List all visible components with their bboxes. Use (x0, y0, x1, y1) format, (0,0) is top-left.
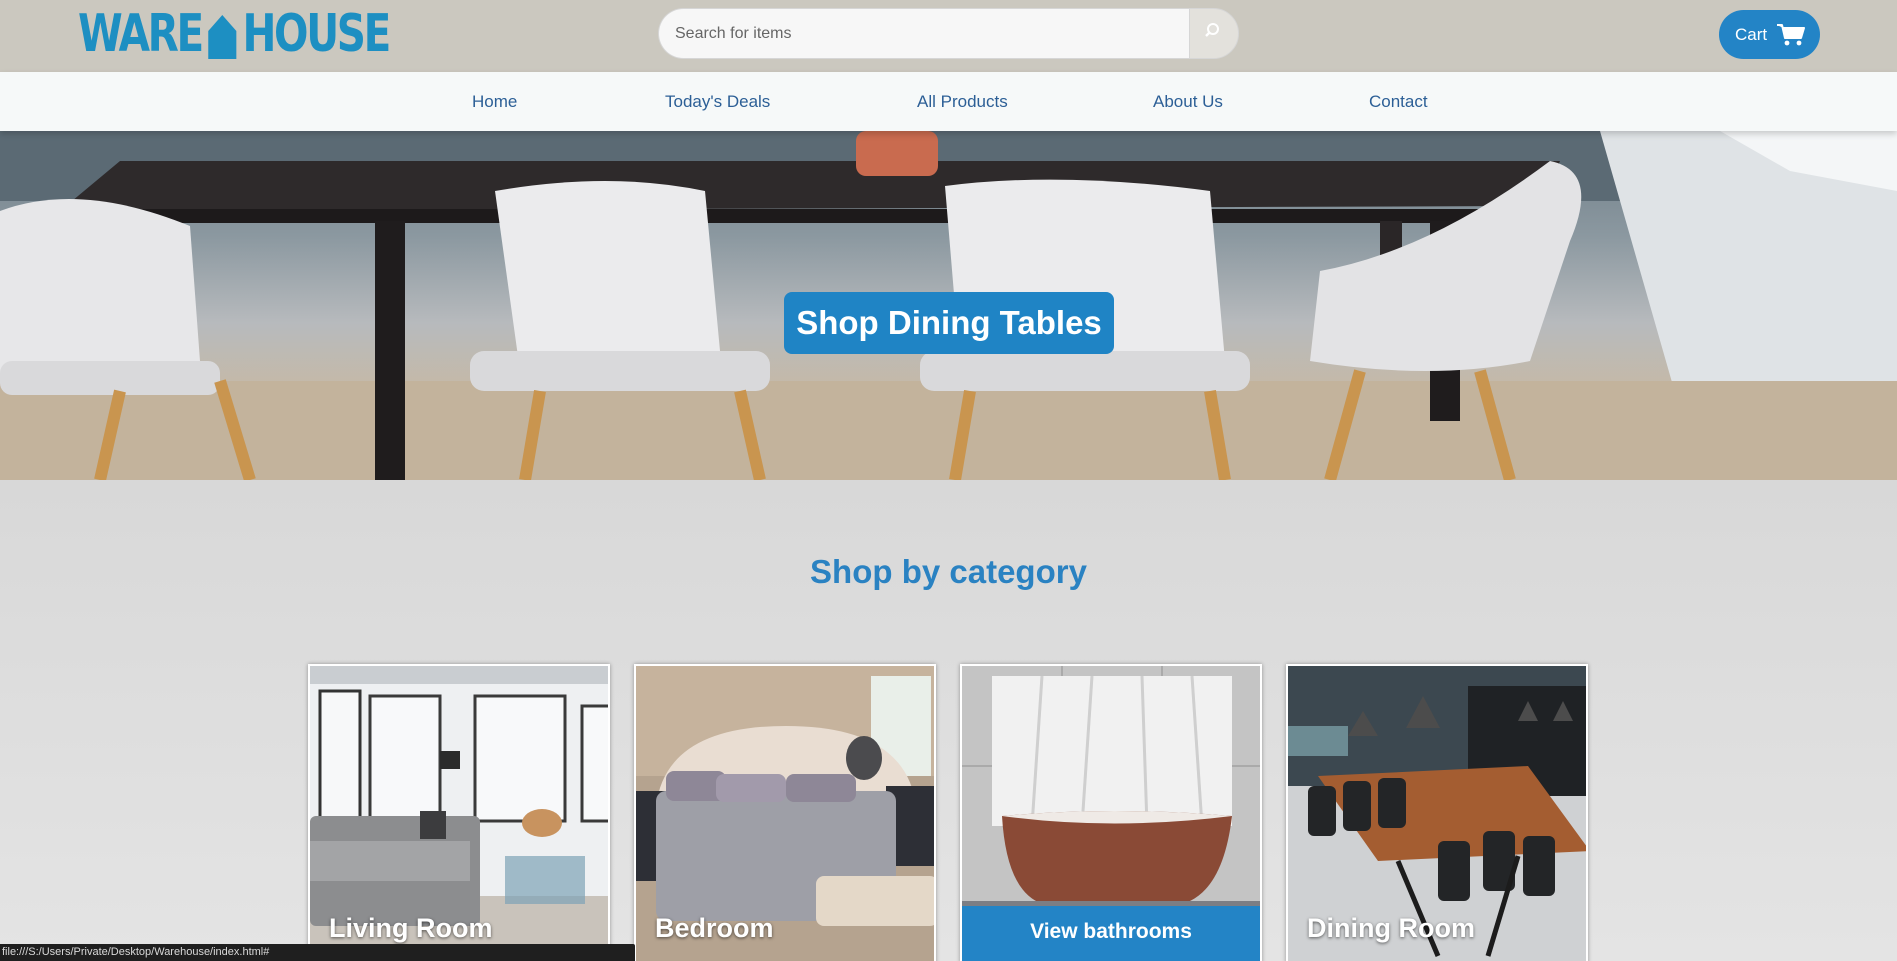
search-bar (658, 8, 1239, 59)
nav-all-products[interactable]: All Products (917, 72, 1008, 131)
search-icon (1205, 22, 1223, 45)
hero-banner: Shop Dining Tables (0, 131, 1897, 480)
logo-text-house: HOUSE (242, 4, 391, 64)
search-button[interactable] (1189, 8, 1239, 59)
category-label-living-room: Living Room (329, 913, 493, 943)
browser-status-url: file:///S:/Users/Private/Desktop/Warehou… (0, 944, 635, 961)
shopping-cart-icon (1776, 23, 1806, 47)
nav-todays-deals[interactable]: Today's Deals (665, 72, 770, 131)
category-card-living-room[interactable]: Living Room (308, 664, 610, 961)
shop-dining-tables-button[interactable]: Shop Dining Tables (784, 292, 1114, 354)
logo-text-ware: WARE (78, 4, 204, 64)
cart-button[interactable]: Cart (1719, 10, 1820, 59)
main-nav: Home Today's Deals All Products About Us… (0, 72, 1897, 131)
nav-contact[interactable]: Contact (1369, 72, 1428, 131)
category-label-bedroom: Bedroom (655, 913, 774, 943)
category-card-bedroom[interactable]: Bedroom (634, 664, 936, 961)
category-label-dining-room: Dining Room (1307, 913, 1475, 943)
nav-about-us[interactable]: About Us (1153, 72, 1223, 131)
category-card-bathroom[interactable]: View bathrooms (960, 664, 1262, 961)
warehouse-logo[interactable]: WARE HOUSE (78, 4, 391, 64)
search-input[interactable] (658, 8, 1189, 59)
house-icon (207, 13, 238, 59)
nav-home[interactable]: Home (472, 72, 517, 131)
view-bathrooms-button[interactable]: View bathrooms (962, 906, 1260, 961)
category-card-dining-room[interactable]: Dining Room (1286, 664, 1588, 961)
section-title: Shop by category (810, 553, 1087, 590)
site-header: WARE HOUSE Cart (0, 0, 1897, 72)
cart-label: Cart (1735, 24, 1768, 44)
